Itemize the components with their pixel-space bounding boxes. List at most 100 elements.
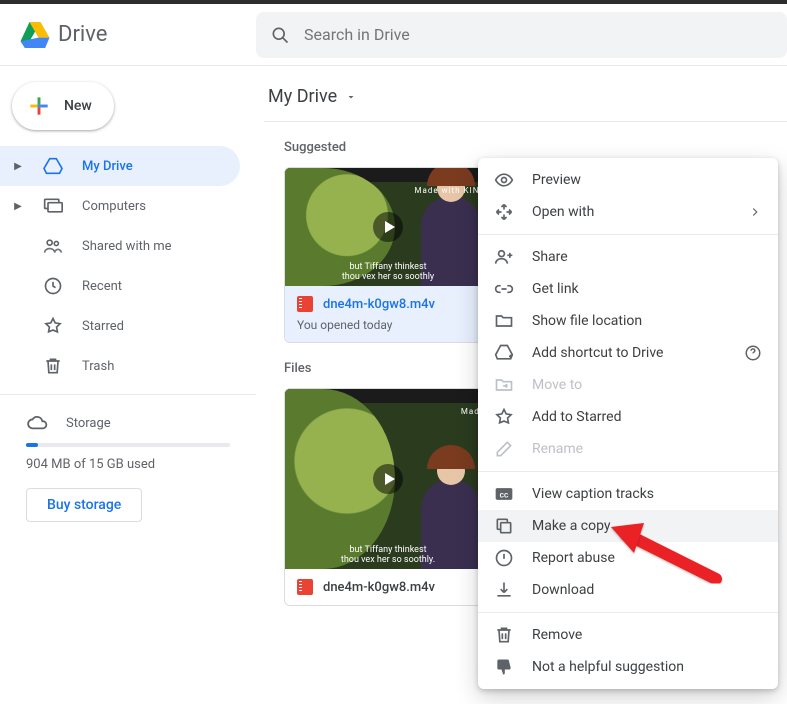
sidebar-nav: ▶ My Drive ▶ Computers Shared with me xyxy=(0,146,256,386)
thumb-down-icon xyxy=(494,657,514,677)
file-card[interactable]: Made but Tiffany thinkestthou vex her so… xyxy=(284,388,492,606)
play-icon xyxy=(373,212,403,242)
app-name: Drive xyxy=(58,22,107,47)
sidebar-item-label: Starred xyxy=(82,319,124,334)
file-thumbnail[interactable]: Made but Tiffany thinkestthou vex her so… xyxy=(285,389,491,569)
alert-icon xyxy=(494,548,514,568)
storage-fill xyxy=(26,443,38,447)
play-icon xyxy=(373,464,403,494)
file-name: dne4m-k0gw8.m4v xyxy=(323,297,435,312)
storage-section: Storage 904 MB of 15 GB used Buy storage xyxy=(0,403,256,522)
sidebar-item-label: Recent xyxy=(82,279,122,294)
ctx-add-shortcut[interactable]: Add shortcut to Drive xyxy=(478,337,778,369)
suggested-card[interactable]: Made with KINE but Tiffany thinkestthou … xyxy=(284,167,492,343)
sidebar-item-starred[interactable]: Starred xyxy=(0,306,240,346)
thumbnail-subtitle-overlay: but Tiffany thinkestthou vex her so soot… xyxy=(342,262,434,282)
breadcrumb-title: My Drive xyxy=(268,86,337,107)
people-icon xyxy=(42,237,64,255)
ctx-label: Remove xyxy=(532,627,582,643)
cloud-icon xyxy=(26,415,48,431)
chevron-right-icon xyxy=(748,205,762,219)
open-with-icon xyxy=(494,202,514,222)
ctx-label: Move to xyxy=(532,377,582,393)
new-button-label: New xyxy=(64,98,92,114)
ctx-label: Report abuse xyxy=(532,550,615,566)
file-thumbnail[interactable]: Made with KINE but Tiffany thinkestthou … xyxy=(285,168,491,286)
storage-bar xyxy=(26,443,230,447)
search-bar[interactable] xyxy=(256,12,787,58)
download-icon xyxy=(494,580,514,600)
video-file-icon xyxy=(297,579,313,595)
sidebar-item-shared[interactable]: Shared with me xyxy=(0,226,240,266)
ctx-caption-tracks[interactable]: CC View caption tracks xyxy=(478,478,778,510)
storage-label: Storage xyxy=(66,416,111,431)
thumbnail-subtitle-overlay: but Tiffany thinkestthou vex her so soot… xyxy=(341,545,435,565)
caret-right-icon: ▶ xyxy=(12,161,24,172)
ctx-label: Make a copy xyxy=(532,518,611,534)
star-icon xyxy=(494,407,514,427)
sidebar-item-trash[interactable]: Trash xyxy=(0,346,240,386)
app-header: Drive xyxy=(0,4,787,66)
ctx-label: Rename xyxy=(532,441,583,457)
help-icon[interactable] xyxy=(744,344,762,362)
sidebar-item-label: Trash xyxy=(82,359,114,374)
sidebar-item-my-drive[interactable]: ▶ My Drive xyxy=(0,146,240,186)
ctx-show-location[interactable]: Show file location xyxy=(478,305,778,337)
pencil-icon xyxy=(494,439,514,459)
ctx-label: Share xyxy=(532,249,568,265)
person-add-icon xyxy=(494,247,514,267)
file-name: dne4m-k0gw8.m4v xyxy=(323,580,435,595)
star-icon xyxy=(42,316,64,336)
link-icon xyxy=(494,279,514,299)
ctx-label: View caption tracks xyxy=(532,486,654,502)
dropdown-icon xyxy=(345,91,357,103)
video-file-icon xyxy=(297,296,313,312)
ctx-label: Get link xyxy=(532,281,579,297)
move-icon xyxy=(494,375,514,395)
ctx-label: Show file location xyxy=(532,313,642,329)
drive-add-icon xyxy=(494,343,514,363)
computers-icon xyxy=(42,197,64,215)
eye-icon xyxy=(494,170,514,190)
ctx-label: Add shortcut to Drive xyxy=(532,345,663,361)
sidebar-item-computers[interactable]: ▶ Computers xyxy=(0,186,240,226)
ctx-move-to: Move to xyxy=(478,369,778,401)
sidebar-item-label: Shared with me xyxy=(82,239,172,254)
ctx-label: Open with xyxy=(532,204,594,220)
storage-header[interactable]: Storage xyxy=(26,415,230,431)
cc-icon: CC xyxy=(494,486,514,502)
ctx-get-link[interactable]: Get link xyxy=(478,273,778,305)
thumbnail-watermark: Made with KINE xyxy=(415,186,486,195)
svg-text:CC: CC xyxy=(500,491,509,499)
folder-icon xyxy=(494,311,514,331)
search-input[interactable] xyxy=(304,25,773,44)
ctx-preview[interactable]: Preview xyxy=(478,164,778,196)
search-icon xyxy=(270,25,290,45)
ctx-report-abuse[interactable]: Report abuse xyxy=(478,542,778,574)
trash-icon xyxy=(494,625,514,645)
breadcrumb[interactable]: My Drive xyxy=(264,82,787,122)
ctx-add-starred[interactable]: Add to Starred xyxy=(478,401,778,433)
brand[interactable]: Drive xyxy=(0,22,256,48)
buy-storage-button[interactable]: Buy storage xyxy=(26,488,142,522)
new-button[interactable]: New xyxy=(12,82,114,130)
copy-icon xyxy=(494,516,514,536)
ctx-label: Not a helpful suggestion xyxy=(532,659,684,675)
ctx-not-helpful[interactable]: Not a helpful suggestion xyxy=(478,651,778,683)
sidebar-item-recent[interactable]: Recent xyxy=(0,266,240,306)
drive-logo-icon xyxy=(20,22,50,48)
ctx-make-copy[interactable]: Make a copy xyxy=(478,510,778,542)
ctx-download[interactable]: Download xyxy=(478,574,778,606)
ctx-open-with[interactable]: Open with xyxy=(478,196,778,228)
context-menu: Preview Open with Share Get link Show fi… xyxy=(478,158,778,689)
trash-icon xyxy=(42,356,64,376)
storage-text: 904 MB of 15 GB used xyxy=(26,457,230,472)
ctx-label: Add to Starred xyxy=(532,409,621,425)
caret-right-icon: ▶ xyxy=(12,201,24,212)
sidebar-item-label: My Drive xyxy=(82,159,133,174)
drive-icon xyxy=(42,157,64,175)
ctx-share[interactable]: Share xyxy=(478,241,778,273)
ctx-label: Preview xyxy=(532,172,581,188)
clock-icon xyxy=(42,276,64,296)
ctx-remove[interactable]: Remove xyxy=(478,619,778,651)
